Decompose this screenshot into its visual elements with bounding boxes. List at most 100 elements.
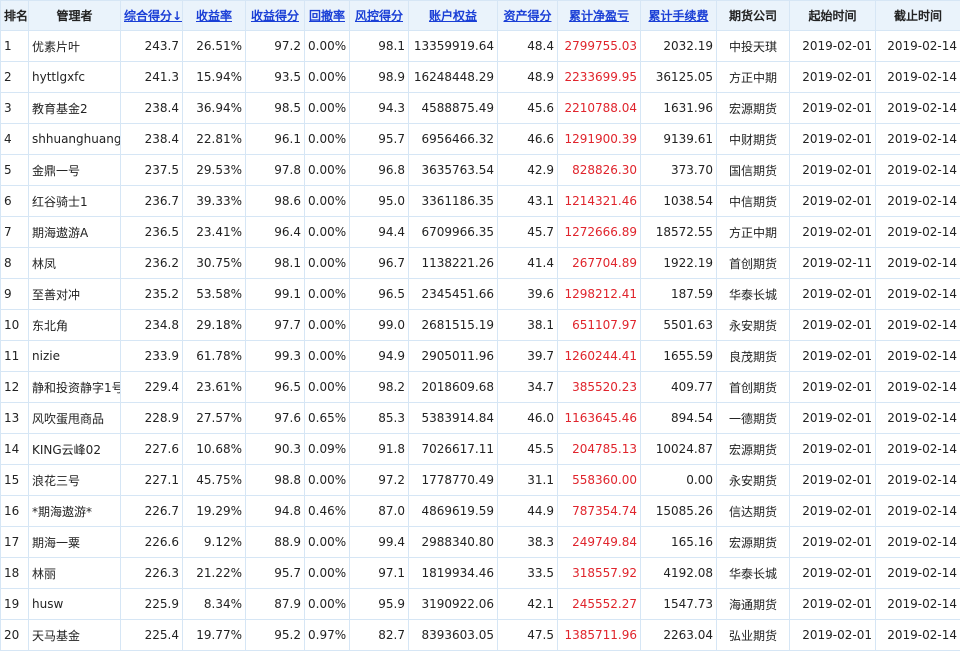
drawdown-cell: 0.09% xyxy=(305,434,350,465)
manager-cell[interactable]: husw xyxy=(29,589,121,620)
equity-cell: 3635763.54 xyxy=(409,155,498,186)
table-row[interactable]: 7期海遨游A236.523.41%96.40.00%94.46709966.35… xyxy=(1,217,960,248)
broker-cell: 首创期货 xyxy=(717,372,790,403)
manager-cell[interactable]: 风吹蛋甩商品 xyxy=(29,403,121,434)
table-row[interactable]: 20天马基金225.419.77%95.20.97%82.78393603.05… xyxy=(1,620,960,651)
table-row[interactable]: 8林凤236.230.75%98.10.00%96.71138221.2641.… xyxy=(1,248,960,279)
manager-cell[interactable]: 至善对冲 xyxy=(29,279,121,310)
overall-score-cell: 233.9 xyxy=(121,341,183,372)
drawdown-cell: 0.00% xyxy=(305,465,350,496)
manager-cell[interactable]: hyttlgxfc xyxy=(29,62,121,93)
return-score-cell: 87.9 xyxy=(246,589,305,620)
equity-cell: 8393603.05 xyxy=(409,620,498,651)
net-pnl-cell: 267704.89 xyxy=(558,248,641,279)
return-rate-cell: 10.68% xyxy=(183,434,246,465)
drawdown-cell: 0.00% xyxy=(305,589,350,620)
asset-score-cell: 41.4 xyxy=(498,248,558,279)
table-row[interactable]: 12静和投资静字1号229.423.61%96.50.00%98.2201860… xyxy=(1,372,960,403)
overall-score-cell: 226.7 xyxy=(121,496,183,527)
manager-cell[interactable]: 天马基金 xyxy=(29,620,121,651)
end-date-cell: 2019-02-14 xyxy=(876,217,960,248)
table-row[interactable]: 6红谷骑士1236.739.33%98.60.00%95.03361186.35… xyxy=(1,186,960,217)
header-return-score[interactable]: 收益得分 xyxy=(246,1,305,31)
end-date-cell: 2019-02-14 xyxy=(876,372,960,403)
net-pnl-cell: 249749.84 xyxy=(558,527,641,558)
table-row[interactable]: 19husw225.98.34%87.90.00%95.93190922.064… xyxy=(1,589,960,620)
drawdown-cell: 0.00% xyxy=(305,124,350,155)
fees-cell: 187.59 xyxy=(641,279,717,310)
manager-cell[interactable]: 教育基金2 xyxy=(29,93,121,124)
net-pnl-cell: 2799755.03 xyxy=(558,31,641,62)
overall-score-cell: 241.3 xyxy=(121,62,183,93)
header-net-pnl[interactable]: 累计净盈亏 xyxy=(558,1,641,31)
risk-score-cell: 97.1 xyxy=(350,558,409,589)
manager-cell[interactable]: 金鼎一号 xyxy=(29,155,121,186)
table-row[interactable]: 10东北角234.829.18%97.70.00%99.02681515.193… xyxy=(1,310,960,341)
manager-cell[interactable]: 优素片叶 xyxy=(29,31,121,62)
return-rate-cell: 23.61% xyxy=(183,372,246,403)
table-row[interactable]: 1优素片叶243.726.51%97.20.00%98.113359919.64… xyxy=(1,31,960,62)
equity-cell: 1778770.49 xyxy=(409,465,498,496)
equity-cell: 2988340.80 xyxy=(409,527,498,558)
rank-cell: 1 xyxy=(1,31,29,62)
net-pnl-cell: 318557.92 xyxy=(558,558,641,589)
rank-cell: 2 xyxy=(1,62,29,93)
table-row[interactable]: 15浪花三号227.145.75%98.80.00%97.21778770.49… xyxy=(1,465,960,496)
risk-score-cell: 97.2 xyxy=(350,465,409,496)
table-row[interactable]: 3教育基金2238.436.94%98.50.00%94.34588875.49… xyxy=(1,93,960,124)
overall-score-cell: 226.3 xyxy=(121,558,183,589)
start-date-cell: 2019-02-01 xyxy=(790,155,876,186)
header-risk-score[interactable]: 风控得分 xyxy=(350,1,409,31)
header-fees[interactable]: 累计手续费 xyxy=(641,1,717,31)
fees-cell: 18572.55 xyxy=(641,217,717,248)
table-row[interactable]: 9至善对冲235.253.58%99.10.00%96.52345451.663… xyxy=(1,279,960,310)
manager-cell[interactable]: 浪花三号 xyxy=(29,465,121,496)
manager-cell[interactable]: 静和投资静字1号 xyxy=(29,372,121,403)
end-date-cell: 2019-02-14 xyxy=(876,93,960,124)
manager-cell[interactable]: 期海遨游A xyxy=(29,217,121,248)
overall-score-cell: 227.1 xyxy=(121,465,183,496)
manager-cell[interactable]: KING云峰02 xyxy=(29,434,121,465)
drawdown-cell: 0.00% xyxy=(305,310,350,341)
equity-cell: 2905011.96 xyxy=(409,341,498,372)
header-equity[interactable]: 账户权益 xyxy=(409,1,498,31)
return-score-cell: 99.3 xyxy=(246,341,305,372)
return-rate-cell: 53.58% xyxy=(183,279,246,310)
manager-cell[interactable]: 期海一粟 xyxy=(29,527,121,558)
broker-cell: 首创期货 xyxy=(717,248,790,279)
manager-cell[interactable]: shhuanghuang xyxy=(29,124,121,155)
overall-score-cell: 225.4 xyxy=(121,620,183,651)
start-date-cell: 2019-02-01 xyxy=(790,589,876,620)
table-row[interactable]: 16*期海遨游*226.719.29%94.80.46%87.04869619.… xyxy=(1,496,960,527)
table-row[interactable]: 11nizie233.961.78%99.30.00%94.92905011.9… xyxy=(1,341,960,372)
table-row[interactable]: 5金鼎一号237.529.53%97.80.00%96.83635763.544… xyxy=(1,155,960,186)
rank-cell: 12 xyxy=(1,372,29,403)
manager-cell[interactable]: 林丽 xyxy=(29,558,121,589)
return-rate-cell: 29.18% xyxy=(183,310,246,341)
table-row[interactable]: 13风吹蛋甩商品228.927.57%97.60.65%85.35383914.… xyxy=(1,403,960,434)
table-row[interactable]: 2hyttlgxfc241.315.94%93.50.00%98.9162484… xyxy=(1,62,960,93)
manager-cell[interactable]: 林凤 xyxy=(29,248,121,279)
rank-cell: 10 xyxy=(1,310,29,341)
header-return-rate[interactable]: 收益率 xyxy=(183,1,246,31)
return-rate-cell: 19.77% xyxy=(183,620,246,651)
header-drawdown[interactable]: 回撤率 xyxy=(305,1,350,31)
manager-cell[interactable]: 红谷骑士1 xyxy=(29,186,121,217)
asset-score-cell: 39.7 xyxy=(498,341,558,372)
start-date-cell: 2019-02-01 xyxy=(790,620,876,651)
equity-cell: 2345451.66 xyxy=(409,279,498,310)
return-score-cell: 98.1 xyxy=(246,248,305,279)
header-asset-score[interactable]: 资产得分 xyxy=(498,1,558,31)
manager-cell[interactable]: nizie xyxy=(29,341,121,372)
manager-cell[interactable]: 东北角 xyxy=(29,310,121,341)
manager-cell[interactable]: *期海遨游* xyxy=(29,496,121,527)
header-overall-score[interactable]: 综合得分↓ xyxy=(121,1,183,31)
table-header-row: 排名管理者综合得分↓收益率收益得分回撤率风控得分账户权益资产得分累计净盈亏累计手… xyxy=(1,1,960,31)
table-row[interactable]: 17期海一粟226.69.12%88.90.00%99.42988340.803… xyxy=(1,527,960,558)
broker-cell: 弘业期货 xyxy=(717,620,790,651)
table-row[interactable]: 4shhuanghuang238.422.81%96.10.00%95.7695… xyxy=(1,124,960,155)
risk-score-cell: 96.8 xyxy=(350,155,409,186)
return-score-cell: 95.7 xyxy=(246,558,305,589)
table-row[interactable]: 18林丽226.321.22%95.70.00%97.11819934.4633… xyxy=(1,558,960,589)
table-row[interactable]: 14KING云峰02227.610.68%90.30.09%91.8702661… xyxy=(1,434,960,465)
